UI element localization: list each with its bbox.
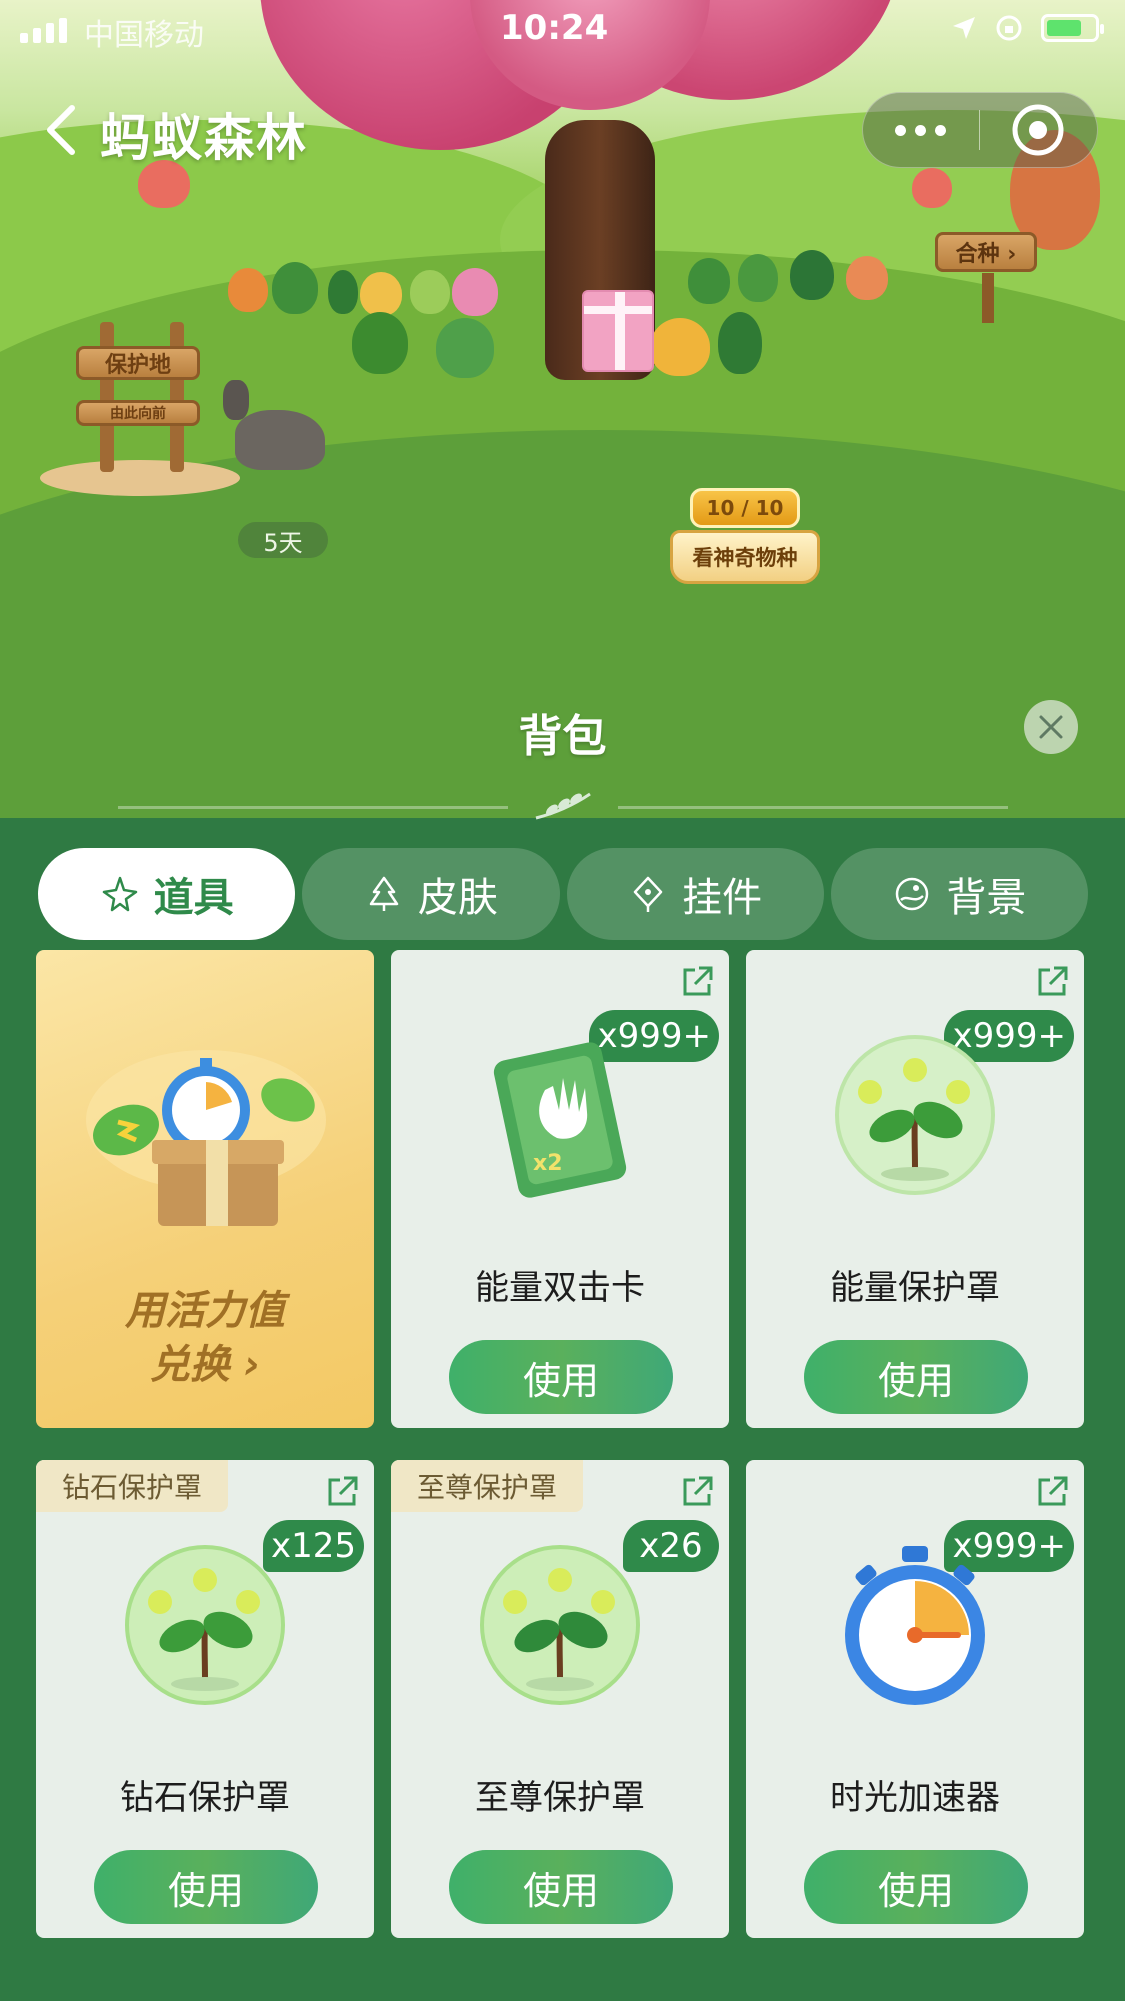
close-icon (1039, 715, 1063, 739)
tab-label: 道具 (153, 875, 234, 921)
item-name: 至尊保护罩 (475, 1778, 645, 1818)
energy-shield-sprout-icon (835, 1035, 995, 1195)
use-button[interactable]: 使用 (94, 1850, 318, 1924)
diamond-shield-sprout-icon (125, 1545, 285, 1705)
planted-tree[interactable] (846, 256, 888, 300)
scenery-circle-icon (896, 877, 929, 911)
planted-tree[interactable] (228, 268, 268, 312)
planted-tree[interactable] (360, 272, 402, 316)
carrier-name: 中国移动 (84, 18, 204, 53)
item-card-diamond-shield[interactable]: 钻石保护罩 x125 钻石保护罩 使用 (36, 1460, 374, 1938)
rotation-lock-icon (996, 15, 1022, 41)
target-circle-icon (1012, 104, 1064, 156)
backpack-tabs: 道具 皮肤 挂件 背景 (38, 848, 1088, 940)
item-name: 钻石保护罩 (120, 1778, 290, 1818)
item-name: 时光加速器 (830, 1778, 1000, 1818)
item-name: 能量双击卡 (475, 1268, 645, 1308)
tab-label: 皮肤 (417, 875, 498, 921)
supreme-shield-sprout-icon (480, 1545, 640, 1705)
item-card-energy-shield[interactable]: x999+ 能量保护罩 使用 (746, 950, 1084, 1428)
protection-area-direction: 由此向前 (76, 400, 200, 426)
battery-icon (1041, 14, 1104, 42)
external-link-icon[interactable] (322, 1472, 362, 1512)
item-tag: 钻石保护罩 (36, 1460, 229, 1512)
more-options-button[interactable] (863, 92, 979, 168)
animal-days-badge: 5天 (238, 522, 328, 558)
vitality-exchange-card[interactable]: 用活力值 兑换 › (36, 950, 374, 1428)
status-time: 10:24 (500, 8, 609, 48)
gift-box-with-stopwatch-icon (86, 1050, 326, 1226)
external-link-icon[interactable] (677, 1472, 717, 1512)
planted-tree[interactable] (436, 318, 494, 378)
location-arrow-icon (953, 17, 975, 39)
item-card-double-hit[interactable]: x999+ x2 能量双击卡 使用 (391, 950, 729, 1428)
planted-tree[interactable] (688, 258, 730, 304)
planted-tree[interactable] (718, 312, 762, 374)
backpack-title: 背包 (518, 711, 607, 762)
use-button[interactable]: 使用 (449, 1850, 673, 1924)
tab-label: 挂件 (682, 875, 763, 921)
protection-area-label: 保护地 (76, 346, 200, 380)
tab-backgrounds[interactable]: 背景 (830, 848, 1088, 940)
mini-program-nav-bar: 蚂蚁森林 (0, 80, 1125, 176)
gift-box[interactable] (582, 290, 654, 372)
protected-animal[interactable] (223, 380, 325, 470)
double-hit-card-icon: x2 (493, 1042, 627, 1198)
status-bar: 中国移动 10:24 (0, 0, 1125, 60)
tab-pendants[interactable]: 挂件 (566, 848, 824, 940)
external-link-icon[interactable] (1032, 1472, 1072, 1512)
svg-text:x2: x2 (533, 1151, 563, 1176)
stopwatch-icon (845, 1546, 985, 1705)
back-arrow-icon[interactable] (40, 102, 90, 158)
planted-tree[interactable] (650, 318, 710, 376)
use-button[interactable]: 使用 (804, 1850, 1028, 1924)
close-backpack-button[interactable] (1024, 700, 1078, 754)
use-button[interactable]: 使用 (804, 1340, 1028, 1414)
species-label: 看神奇物种 (670, 530, 820, 584)
page-title: 蚂蚁森林 (100, 109, 308, 167)
planted-tree[interactable] (738, 254, 778, 302)
divider (618, 806, 1008, 809)
planted-tree[interactable] (352, 312, 408, 374)
star-sparkle-icon (102, 876, 137, 912)
external-link-icon[interactable] (677, 962, 717, 1002)
leaf-ornament-icon (535, 792, 591, 820)
planted-tree[interactable] (410, 270, 450, 314)
planted-tree[interactable] (272, 262, 318, 314)
signal-strength-icon (20, 18, 67, 43)
exchange-line-1: 用活力值 (125, 1288, 285, 1334)
item-card-time-accelerator[interactable]: x999+ 时光加速器 使用 (746, 1460, 1084, 1938)
planted-tree[interactable] (452, 268, 498, 316)
tab-label: 背景 (946, 875, 1027, 921)
diamond-tag-icon (633, 876, 663, 912)
magic-species-book[interactable]: 10 / 10 看神奇物种 (670, 470, 820, 590)
mini-program-capsule (862, 92, 1098, 168)
protection-area-signpost[interactable]: 保护地 由此向前 (40, 322, 240, 496)
planted-tree[interactable] (328, 270, 358, 314)
close-mini-program-button[interactable] (980, 92, 1098, 168)
tab-props[interactable]: 道具 (38, 848, 296, 940)
tree-icon (369, 876, 399, 911)
exchange-link[interactable]: 兑换 › (36, 1332, 374, 1390)
item-name: 能量保护罩 (830, 1268, 1000, 1308)
species-count: 10 / 10 (690, 488, 800, 528)
item-tag: 至尊保护罩 (391, 1460, 584, 1512)
merge-planting-button[interactable]: 合种 › (935, 232, 1037, 323)
planted-tree[interactable] (790, 250, 834, 300)
divider (118, 806, 508, 809)
item-card-supreme-shield[interactable]: 至尊保护罩 x26 至尊保护罩 使用 (391, 1460, 729, 1938)
use-button[interactable]: 使用 (449, 1340, 673, 1414)
external-link-icon[interactable] (1032, 962, 1072, 1002)
tab-skins[interactable]: 皮肤 (302, 848, 560, 940)
